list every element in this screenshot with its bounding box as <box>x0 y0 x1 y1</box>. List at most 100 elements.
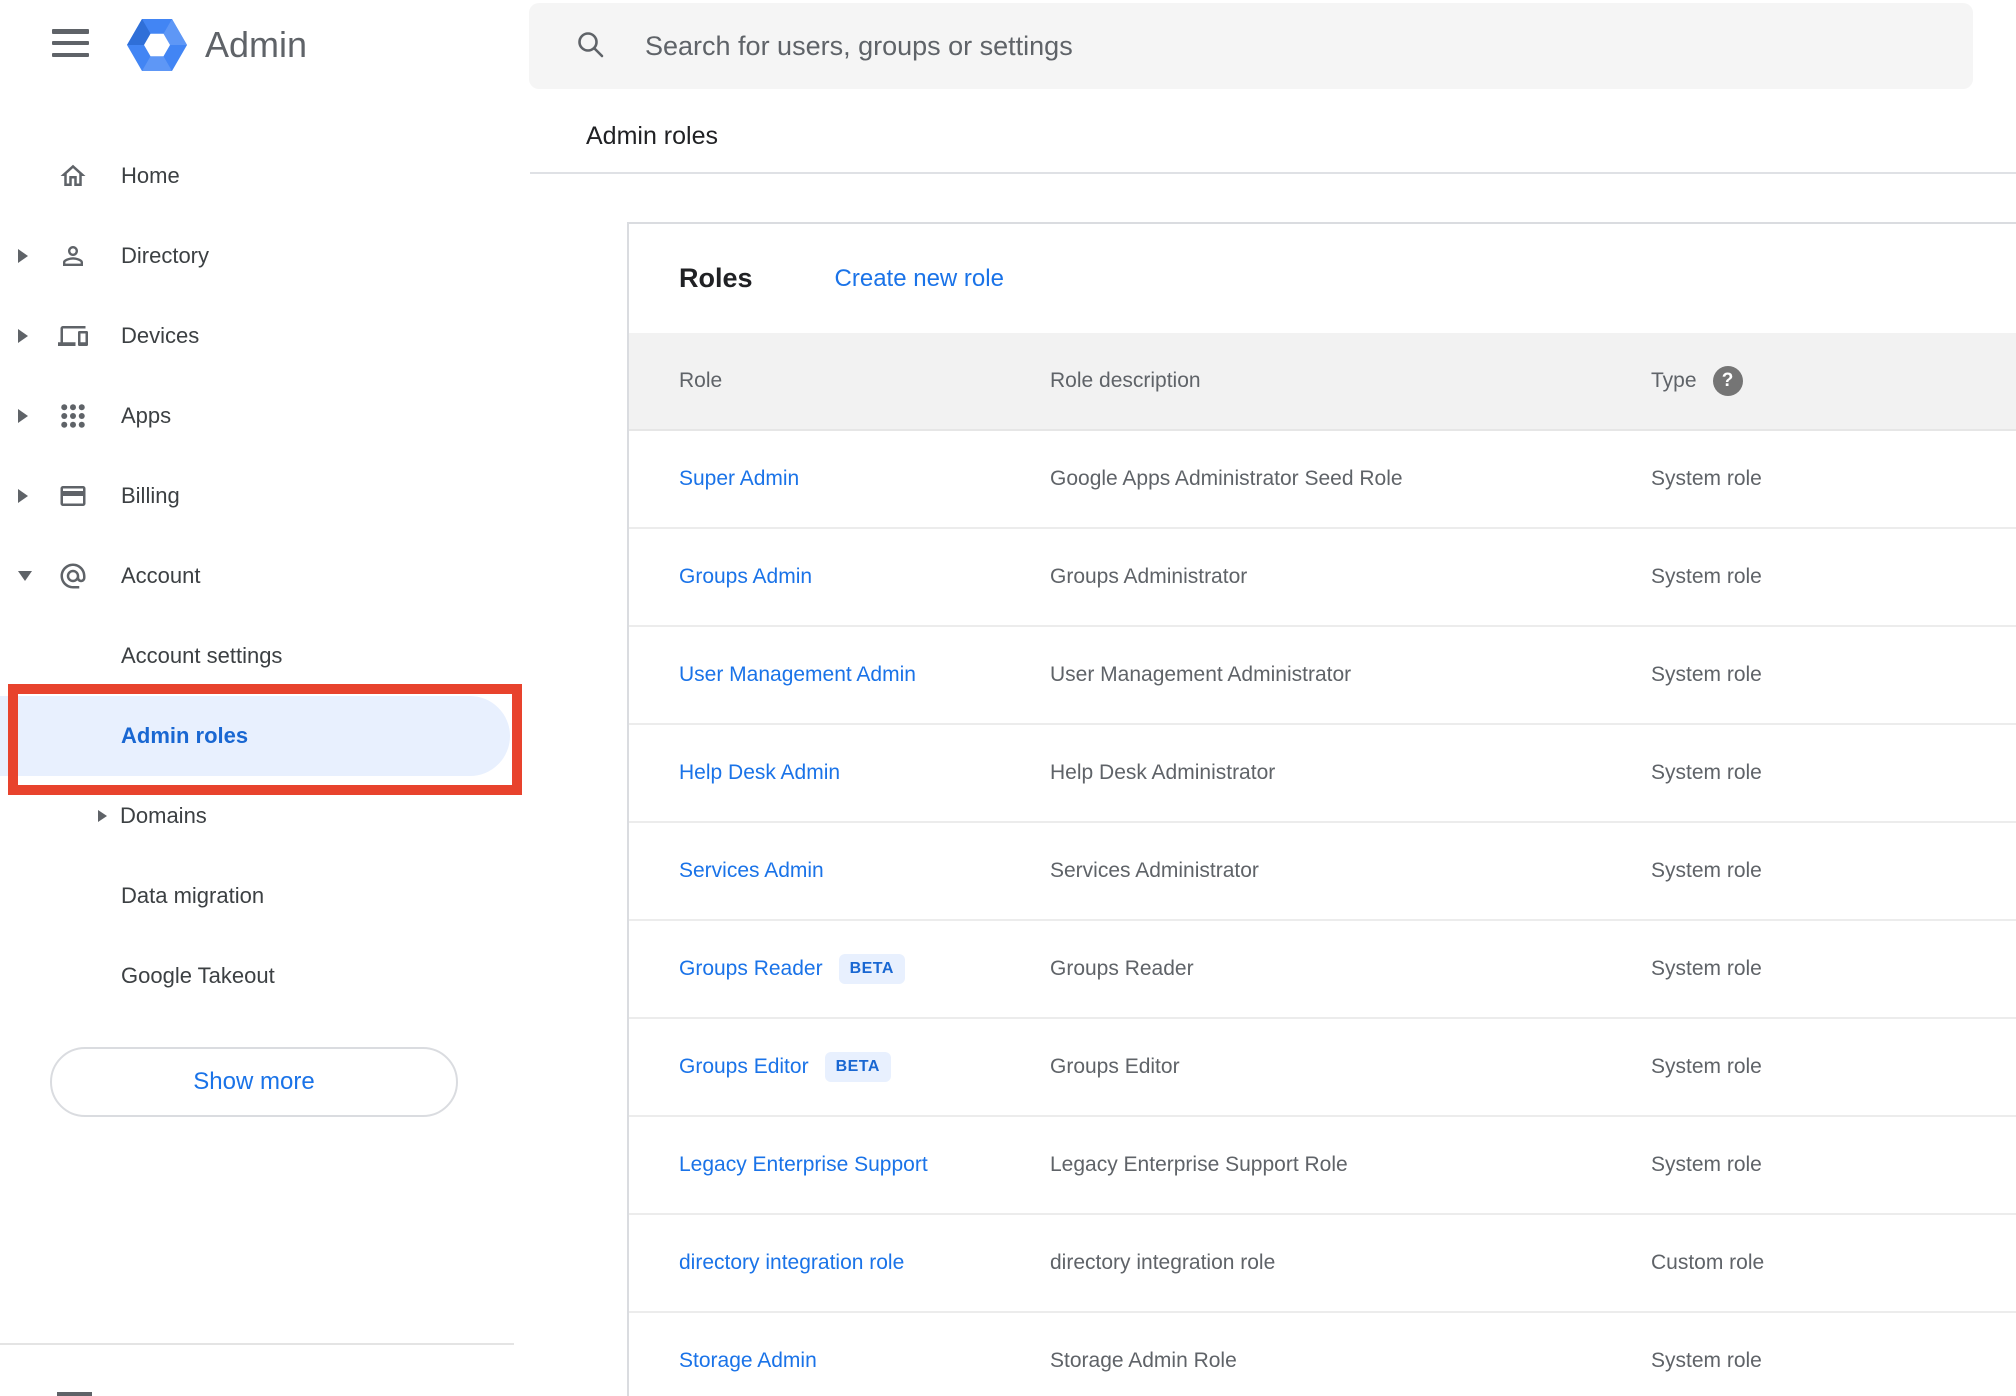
role-type: System role <box>1651 467 1762 490</box>
table-row: Storage Admin Storage Admin Role System … <box>629 1313 2016 1396</box>
role-description: Services Administrator <box>1050 859 1259 882</box>
role-type: System role <box>1651 957 1762 980</box>
role-type: System role <box>1651 663 1762 686</box>
table-row: directory integration role directory int… <box>629 1215 2016 1313</box>
sidebar-item-label: Devices <box>121 323 200 348</box>
apps-grid-icon <box>58 401 88 431</box>
sidebar-item-account-settings[interactable]: Account settings <box>0 616 514 696</box>
sidebar-item-label: Directory <box>121 243 210 268</box>
column-header-type-label: Type <box>1651 369 1697 392</box>
sidebar-item-label: Account <box>121 563 201 588</box>
column-header-role: Role <box>679 369 723 392</box>
beta-badge: BETA <box>838 954 905 984</box>
admin-logo-icon <box>127 15 187 75</box>
sidebar: Admin Home Directory Devices Apps Billin… <box>0 0 522 1396</box>
partial-device-icon <box>57 1392 92 1396</box>
role-link[interactable]: Super Admin <box>679 467 799 491</box>
expand-arrow-icon[interactable] <box>18 489 28 503</box>
sidebar-item-devices[interactable]: Devices <box>0 296 514 376</box>
role-cell: Help Desk Admin <box>679 761 1050 785</box>
role-link[interactable]: User Management Admin <box>679 663 916 687</box>
role-link[interactable]: Groups Admin <box>679 565 812 589</box>
role-cell: Super Admin <box>679 467 1050 491</box>
sidebar-item-label: Admin roles <box>121 723 249 748</box>
role-link[interactable]: directory integration role <box>679 1251 904 1275</box>
sidebar-item-directory[interactable]: Directory <box>0 216 514 296</box>
search-bar[interactable] <box>529 3 1973 89</box>
role-link[interactable]: Groups Editor <box>679 1055 809 1079</box>
role-type: System role <box>1651 1349 1762 1372</box>
sidebar-bottom-divider <box>0 1343 514 1345</box>
expand-arrow-icon[interactable] <box>98 810 107 822</box>
role-cell: Storage Admin <box>679 1349 1050 1373</box>
table-row: Super Admin Google Apps Administrator Se… <box>629 431 2016 529</box>
collapse-arrow-icon[interactable] <box>18 571 32 581</box>
role-cell: Legacy Enterprise Support <box>679 1153 1050 1177</box>
role-description: Google Apps Administrator Seed Role <box>1050 467 1403 490</box>
help-icon[interactable]: ? <box>1712 366 1743 396</box>
role-description: Storage Admin Role <box>1050 1349 1237 1372</box>
sidebar-item-label: Domains <box>120 803 207 828</box>
expand-arrow-icon[interactable] <box>18 329 28 343</box>
search-icon <box>575 29 605 64</box>
roles-title: Roles <box>679 263 753 293</box>
search-input[interactable] <box>643 29 1953 63</box>
sidebar-item-label: Account settings <box>121 643 283 668</box>
roles-table-header: Role Role description Type ? <box>629 333 2016 431</box>
roles-card: Roles Create new role Role Role descript… <box>627 222 2016 1396</box>
role-cell: directory integration role <box>679 1251 1050 1275</box>
role-type: System role <box>1651 565 1762 588</box>
roles-card-header: Roles Create new role <box>629 224 2016 333</box>
sidebar-item-label: Apps <box>121 403 172 428</box>
role-description: directory integration role <box>1050 1251 1276 1274</box>
sidebar-item-data-migration[interactable]: Data migration <box>0 856 514 936</box>
sidebar-item-billing[interactable]: Billing <box>0 456 514 536</box>
role-link[interactable]: Help Desk Admin <box>679 761 840 785</box>
at-sign-icon <box>58 561 88 591</box>
sidebar-nav: Home Directory Devices Apps Billing Acco… <box>0 136 514 1016</box>
selected-item-highlight <box>0 696 510 776</box>
role-description: Groups Editor <box>1050 1055 1180 1078</box>
role-cell: Groups Reader BETA <box>679 954 1050 984</box>
sidebar-item-label: Data migration <box>121 883 265 908</box>
role-link[interactable]: Services Admin <box>679 859 824 883</box>
role-cell: Groups Editor BETA <box>679 1052 1050 1082</box>
sidebar-item-domains[interactable]: Domains <box>0 776 514 856</box>
role-description: Groups Administrator <box>1050 565 1248 588</box>
sidebar-item-apps[interactable]: Apps <box>0 376 514 456</box>
header-divider <box>530 172 2016 174</box>
admin-console-screen: Admin Home Directory Devices Apps Billin… <box>0 0 2016 1396</box>
table-row: User Management Admin User Management Ad… <box>629 627 2016 725</box>
devices-icon <box>58 321 88 351</box>
create-new-role-link[interactable]: Create new role <box>835 265 1004 293</box>
app-title: Admin <box>205 24 308 65</box>
role-link[interactable]: Storage Admin <box>679 1349 817 1373</box>
hamburger-menu-icon[interactable] <box>52 29 89 57</box>
sidebar-item-label: Google Takeout <box>121 963 275 988</box>
role-description: Help Desk Administrator <box>1050 761 1276 784</box>
role-description: Groups Reader <box>1050 957 1194 980</box>
home-icon <box>58 161 88 191</box>
roles-table-body: Super Admin Google Apps Administrator Se… <box>629 431 2016 1396</box>
role-link[interactable]: Legacy Enterprise Support <box>679 1153 928 1177</box>
show-more-button[interactable]: Show more <box>50 1047 458 1117</box>
sidebar-item-google-takeout[interactable]: Google Takeout <box>0 936 514 1016</box>
table-row: Services Admin Services Administrator Sy… <box>629 823 2016 921</box>
expand-arrow-icon[interactable] <box>18 249 28 263</box>
table-row: Groups Admin Groups Administrator System… <box>629 529 2016 627</box>
role-cell: User Management Admin <box>679 663 1050 687</box>
beta-badge: BETA <box>824 1052 891 1082</box>
person-icon <box>58 241 88 271</box>
sidebar-item-account[interactable]: Account <box>0 536 514 616</box>
role-link[interactable]: Groups Reader <box>679 957 823 981</box>
sidebar-item-label: Billing <box>121 483 180 508</box>
role-description: User Management Administrator <box>1050 663 1352 686</box>
role-cell: Services Admin <box>679 859 1050 883</box>
table-row: Help Desk Admin Help Desk Administrator … <box>629 725 2016 823</box>
role-type: Custom role <box>1651 1251 1765 1274</box>
role-type: System role <box>1651 859 1762 882</box>
expand-arrow-icon[interactable] <box>18 409 28 423</box>
credit-card-icon <box>58 481 88 511</box>
sidebar-item-home[interactable]: Home <box>0 136 514 216</box>
sidebar-item-admin-roles[interactable]: Admin roles <box>0 696 514 776</box>
